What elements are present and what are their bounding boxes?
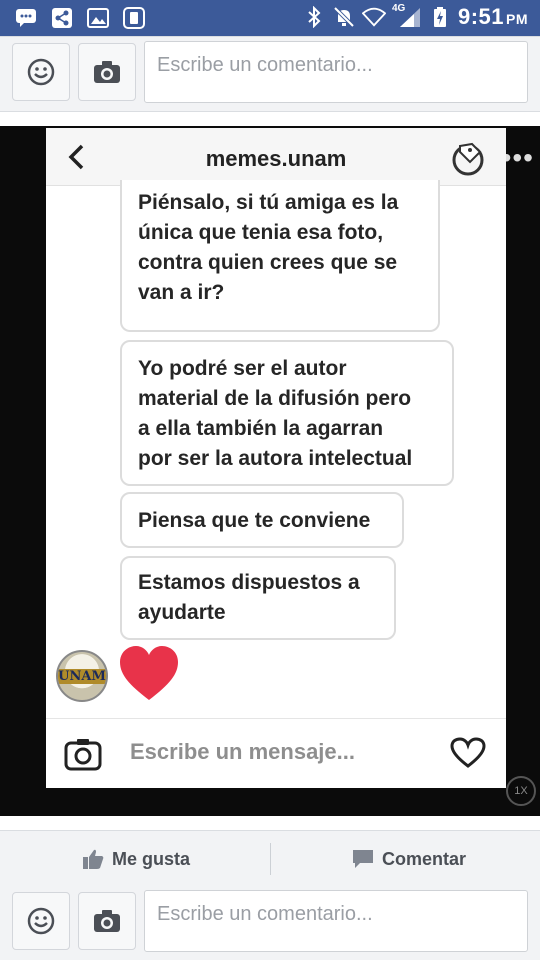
- notification-icon: [122, 6, 146, 30]
- heart-reaction-icon: [120, 646, 178, 700]
- chat-message: Estamos dispuestos a ayudarte: [120, 556, 396, 640]
- chat-screenshot: memes.unam Piénsalo, si tú amiga es la ú…: [46, 128, 506, 788]
- post-action-bar: Me gusta Comentar: [0, 830, 540, 886]
- share-icon: [50, 6, 74, 30]
- comment-button[interactable]: Comentar: [352, 831, 466, 887]
- comment-label: Comentar: [382, 848, 467, 869]
- message-composer: Escribe un mensaje...: [46, 718, 506, 788]
- gallery-icon: [86, 6, 110, 30]
- clock-ampm: PM: [506, 11, 528, 27]
- smiley-icon: [27, 907, 55, 935]
- more-options-icon[interactable]: •••: [502, 142, 534, 174]
- network-type: 4G: [391, 3, 406, 14]
- thumbs-up-icon: [83, 849, 104, 869]
- clock: 9:51 PM: [458, 4, 528, 30]
- camera-icon: [64, 739, 102, 771]
- wifi-icon: [361, 5, 386, 29]
- clock-time: 9:51: [457, 4, 504, 29]
- comment-input[interactable]: Escribe un comentario...: [144, 890, 528, 952]
- smiley-icon: [27, 58, 55, 86]
- battery-charging-icon: [428, 5, 452, 29]
- comment-composer-bottom: Escribe un comentario...: [0, 886, 540, 960]
- zoom-badge[interactable]: 1X: [506, 776, 536, 806]
- status-bar-notifications: [14, 6, 146, 30]
- chat-message: Yo podré ser el autor material de la dif…: [120, 340, 454, 486]
- comment-composer-top: Escribe un comentario...: [0, 36, 540, 112]
- photo-button[interactable]: [78, 892, 136, 950]
- comment-icon: [353, 850, 373, 868]
- action-divider: [270, 843, 271, 875]
- mute-icon: [332, 5, 356, 29]
- message-input: Escribe un mensaje...: [130, 739, 355, 764]
- bluetooth-icon: [302, 5, 326, 29]
- signal-icon: 4G: [391, 3, 422, 29]
- status-bar: 4G 9:51 PM: [0, 0, 540, 36]
- like-button[interactable]: Me gusta: [82, 831, 190, 887]
- comment-input[interactable]: Escribe un comentario...: [144, 41, 528, 103]
- chat-message: Piénsalo, si tú amiga es la única que te…: [120, 180, 440, 332]
- chat-header: memes.unam: [46, 128, 506, 186]
- avatar-label: UNAM: [58, 668, 106, 684]
- camera-icon: [94, 910, 120, 932]
- status-bar-system: 4G 9:51 PM: [302, 3, 528, 30]
- post-image[interactable]: ••• memes.unam Piénsalo, si tú amiga es …: [0, 126, 540, 816]
- chat-title: memes.unam: [205, 146, 347, 171]
- like-heart-icon: [450, 737, 486, 768]
- avatar: UNAM: [56, 650, 108, 702]
- emoji-button[interactable]: [12, 892, 70, 950]
- emoji-button[interactable]: [12, 43, 70, 101]
- tag-icon: [452, 142, 484, 176]
- photo-button[interactable]: [78, 43, 136, 101]
- chat-message: Piensa que te conviene: [120, 492, 404, 548]
- camera-icon: [94, 61, 120, 83]
- like-label: Me gusta: [112, 848, 191, 869]
- messenger-icon: [14, 6, 38, 30]
